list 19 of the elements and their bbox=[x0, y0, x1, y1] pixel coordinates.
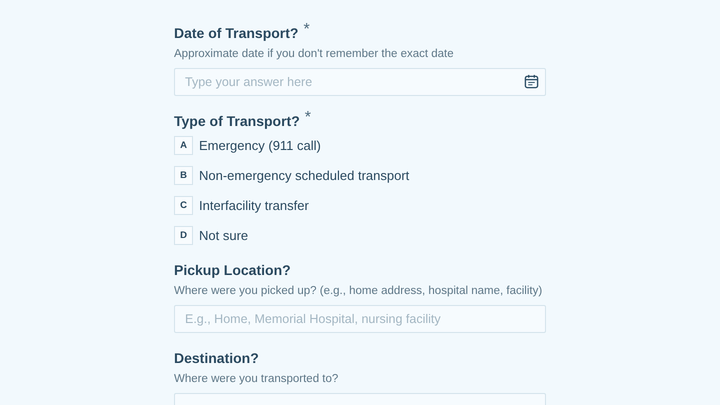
option-key[interactable]: A bbox=[174, 136, 193, 155]
helper-text: Approximate date if you don't remember the exact date bbox=[174, 47, 454, 62]
input-field[interactable]: Type your answer here bbox=[174, 68, 546, 96]
question-title: Destination? bbox=[174, 349, 259, 368]
question-title: Pickup Location? bbox=[174, 261, 291, 280]
option-key[interactable]: D bbox=[174, 226, 193, 245]
helper-text: Where were you transported to? bbox=[174, 372, 338, 387]
input-field[interactable]: E.g., Home, Memorial Hospital, nursing facility bbox=[174, 305, 546, 333]
option-key[interactable]: C bbox=[174, 196, 193, 215]
option-label[interactable]: Emergency (911 call) bbox=[199, 138, 321, 153]
required-mark: * bbox=[304, 110, 311, 126]
option-label[interactable]: Interfacility transfer bbox=[199, 198, 309, 213]
option-key[interactable]: B bbox=[174, 166, 193, 185]
required-mark: * bbox=[303, 22, 310, 38]
helper-text: Where were you picked up? (e.g., home address, hospital name, facility) bbox=[174, 284, 542, 299]
question-title: Date of Transport? bbox=[174, 24, 298, 43]
question-title: Type of Transport? bbox=[174, 112, 300, 131]
option-label[interactable]: Not sure bbox=[199, 228, 248, 243]
option-label[interactable]: Non-emergency scheduled transport bbox=[199, 168, 410, 183]
